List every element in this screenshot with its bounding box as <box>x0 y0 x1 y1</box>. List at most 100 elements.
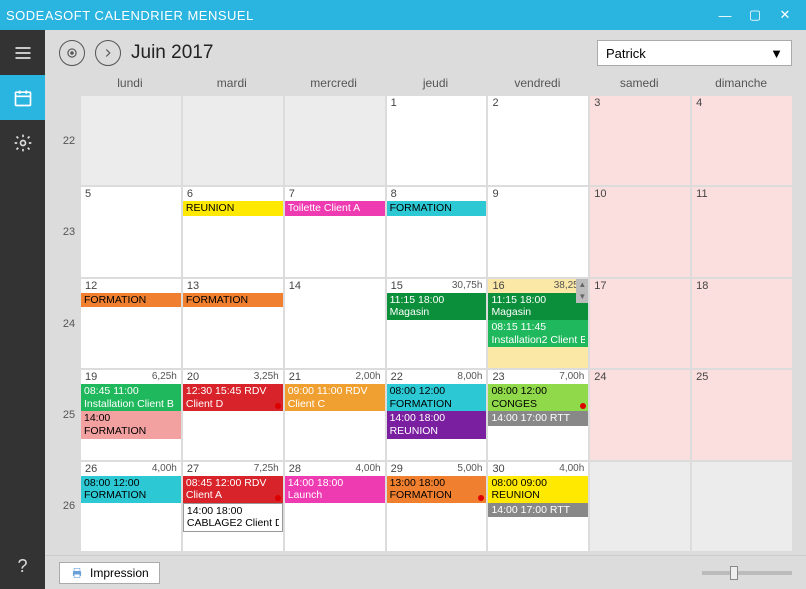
dow-label: jeudi <box>385 72 487 94</box>
slider-thumb[interactable] <box>730 566 738 580</box>
menu-button[interactable] <box>0 30 45 75</box>
day-cell[interactable]: 24 <box>588 370 690 459</box>
event[interactable]: 14:00 18:00REUNION <box>387 411 487 438</box>
event[interactable]: 13:00 18:00FORMATION <box>387 476 487 503</box>
week-number: 24 <box>59 279 79 368</box>
day-cell[interactable]: 7Toilette Client A <box>283 187 385 276</box>
day-cell[interactable]: 203,25h12:30 15:45 RDVClient D <box>181 370 283 459</box>
day-cell[interactable]: 3 <box>588 96 690 185</box>
day-header: 14 <box>285 279 385 293</box>
event[interactable]: 11:15 18:00Magasin <box>488 293 588 320</box>
day-header: 18 <box>692 279 792 293</box>
day-cell[interactable]: 237,00h08:00 12:00CONGES14:00 17:00 RTT <box>486 370 588 459</box>
day-cell[interactable]: 4 <box>690 96 792 185</box>
close-button[interactable]: ✕ <box>770 7 800 23</box>
maximize-button[interactable]: ▢ <box>740 7 770 23</box>
day-cell[interactable]: 12FORMATION <box>79 279 181 368</box>
day-cell[interactable]: 284,00h14:00 18:00Launch <box>283 462 385 551</box>
event[interactable]: 11:15 18:00Magasin <box>387 293 487 320</box>
day-cell[interactable] <box>181 96 283 185</box>
day-cell[interactable]: 212,00h09:00 11:00 RDVClient C <box>283 370 385 459</box>
alert-dot-icon <box>478 495 484 501</box>
event[interactable]: FORMATION <box>81 293 181 308</box>
event[interactable]: 08:45 11:00Installation Client B <box>81 384 181 411</box>
event[interactable]: FORMATION <box>387 201 487 216</box>
day-cell[interactable]: 277,25h08:45 12:00 RDVClient A14:00 18:0… <box>181 462 283 551</box>
chevron-right-icon <box>101 46 115 60</box>
day-cell[interactable]: 25 <box>690 370 792 459</box>
event[interactable]: 08:45 12:00 RDVClient A <box>183 476 283 503</box>
user-select[interactable]: Patrick ▼ <box>597 40 792 66</box>
event[interactable]: 14:00 18:00Launch <box>285 476 385 503</box>
event[interactable]: 14:00 18:00CABLAGE2 Client D <box>183 503 283 532</box>
day-cell[interactable]: 9 <box>486 187 588 276</box>
day-cell[interactable] <box>79 96 181 185</box>
sidebar: ? <box>0 30 45 589</box>
day-cell[interactable]: 295,00h13:00 18:00FORMATION <box>385 462 487 551</box>
scroll-down-icon[interactable]: ▼ <box>576 291 588 303</box>
day-header: 1638,25h <box>488 279 588 293</box>
event[interactable]: REUNION <box>183 201 283 216</box>
zoom-slider[interactable] <box>702 571 792 575</box>
day-cell[interactable]: 10 <box>588 187 690 276</box>
day-header <box>183 96 283 98</box>
day-cell[interactable] <box>588 462 690 551</box>
event[interactable]: Toilette Client A <box>285 201 385 216</box>
day-header: 9 <box>488 187 588 201</box>
scroll-up-icon[interactable]: ▲ <box>576 279 588 291</box>
day-scroll[interactable]: ▲▼ <box>576 279 588 303</box>
print-button[interactable]: Impression <box>59 562 160 584</box>
day-cell[interactable]: 11 <box>690 187 792 276</box>
alert-dot-icon <box>275 403 281 409</box>
event[interactable]: 14:00 17:00 RTT <box>488 503 588 518</box>
day-cell[interactable]: 2 <box>486 96 588 185</box>
day-cell[interactable]: 8FORMATION <box>385 187 487 276</box>
minimize-button[interactable]: — <box>710 8 740 23</box>
day-cell[interactable]: 304,00h08:00 09:00REUNION14:00 17:00 RTT <box>486 462 588 551</box>
next-month-button[interactable] <box>95 40 121 66</box>
day-header: 212,00h <box>285 370 385 384</box>
today-button[interactable] <box>59 40 85 66</box>
event[interactable]: 08:00 12:00FORMATION <box>387 384 487 411</box>
day-header <box>81 96 181 98</box>
event[interactable]: 12:30 15:45 RDVClient D <box>183 384 283 411</box>
week-row: 2412FORMATION13FORMATION141530,75h11:15 … <box>59 277 792 368</box>
day-cell[interactable]: 14 <box>283 279 385 368</box>
day-cell[interactable]: 13FORMATION <box>181 279 283 368</box>
chevron-down-icon: ▼ <box>770 46 783 61</box>
event[interactable]: 14:00FORMATION <box>81 411 181 438</box>
window-title: SODEASOFT CALENDRIER MENSUEL <box>6 8 710 23</box>
day-cell[interactable]: 17 <box>588 279 690 368</box>
day-cell[interactable]: 1 <box>385 96 487 185</box>
day-header: 1 <box>387 96 487 110</box>
event[interactable]: 08:00 09:00REUNION <box>488 476 588 503</box>
day-cell[interactable] <box>283 96 385 185</box>
event[interactable]: 08:00 12:00CONGES <box>488 384 588 411</box>
target-icon <box>65 46 79 60</box>
day-cell[interactable]: 18 <box>690 279 792 368</box>
settings-tab[interactable] <box>0 120 45 165</box>
day-cell[interactable]: 196,25h08:45 11:00Installation Client B1… <box>79 370 181 459</box>
day-cell[interactable]: 6REUNION <box>181 187 283 276</box>
day-header: 228,00h <box>387 370 487 384</box>
calendar-header: Juin 2017 Patrick ▼ <box>45 30 806 72</box>
help-button[interactable]: ? <box>0 544 45 589</box>
event[interactable]: FORMATION <box>183 293 283 308</box>
day-cell[interactable] <box>690 462 792 551</box>
printer-icon <box>70 566 84 580</box>
event[interactable]: 08:15 11:45Installation2 Client B <box>488 320 588 347</box>
hamburger-icon <box>13 43 33 63</box>
footer: Impression <box>45 555 806 589</box>
day-cell[interactable]: 1638,25h11:15 18:00Magasin08:15 11:45Ins… <box>486 279 588 368</box>
event[interactable]: 09:00 11:00 RDVClient C <box>285 384 385 411</box>
day-cell[interactable]: 264,00h08:00 12:00FORMATION <box>79 462 181 551</box>
titlebar: SODEASOFT CALENDRIER MENSUEL — ▢ ✕ <box>0 0 806 30</box>
event[interactable]: 14:00 17:00 RTT <box>488 411 588 426</box>
calendar-tab[interactable] <box>0 75 45 120</box>
day-cell[interactable]: 1530,75h11:15 18:00Magasin <box>385 279 487 368</box>
day-cell[interactable]: 228,00h08:00 12:00FORMATION14:00 18:00RE… <box>385 370 487 459</box>
week-row: 2356REUNION7Toilette Client A8FORMATION9… <box>59 185 792 276</box>
day-cell[interactable]: 5 <box>79 187 181 276</box>
event[interactable]: 08:00 12:00FORMATION <box>81 476 181 503</box>
month-title: Juin 2017 <box>131 42 213 64</box>
